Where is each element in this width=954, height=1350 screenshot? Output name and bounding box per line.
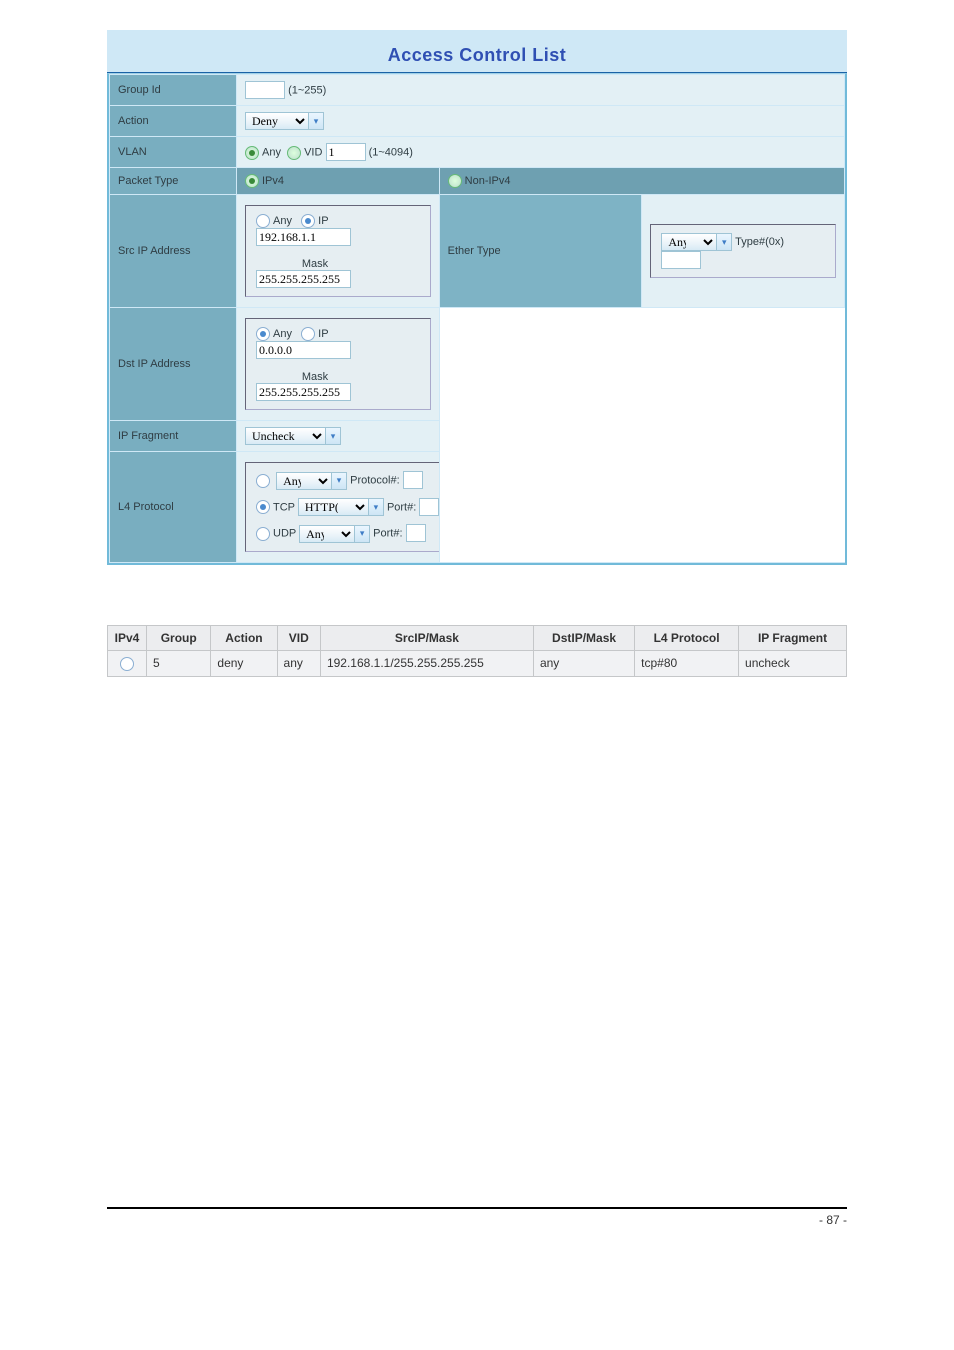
src-mask-label: Mask	[302, 258, 328, 270]
action-select[interactable]: Deny▾	[245, 112, 324, 130]
l4-udp-radio[interactable]	[256, 527, 270, 541]
cell-src: 192.168.1.1/255.255.255.255	[320, 650, 533, 676]
group-id-input[interactable]	[245, 81, 285, 99]
dst-ip-input[interactable]	[256, 341, 351, 359]
col-group: Group	[147, 625, 211, 650]
label-vlan: VLAN	[110, 137, 237, 168]
col-action: Action	[211, 625, 277, 650]
l4-tcp-radio[interactable]	[256, 500, 270, 514]
ether-type-label: Type#(0x)	[735, 236, 784, 248]
packet-ipv4-label: IPv4	[262, 175, 284, 187]
dst-mask-input[interactable]	[256, 383, 351, 401]
label-group-id: Group Id	[110, 75, 237, 106]
vlan-vid-input[interactable]	[326, 143, 366, 161]
l4-udp-select[interactable]: Any▾	[299, 525, 370, 543]
chevron-down-icon: ▾	[354, 525, 370, 543]
l4-udp-port-label: Port#:	[373, 528, 402, 540]
label-ip-fragment: IP Fragment	[110, 421, 237, 452]
acl-panel: Access Control List Group Id (1~255) Act…	[107, 30, 847, 565]
l4-tcp-port-input[interactable]	[419, 498, 439, 516]
ip-fragment-select[interactable]: Uncheck▾	[245, 427, 341, 445]
label-dst-ip: Dst IP Address	[110, 308, 237, 421]
col-frag: IP Fragment	[739, 625, 847, 650]
table-row: 5 deny any 192.168.1.1/255.255.255.255 a…	[108, 650, 847, 676]
vlan-range: (1~4094)	[369, 147, 413, 159]
chevron-down-icon: ▾	[308, 112, 324, 130]
vlan-any-label: Any	[262, 147, 281, 159]
col-dst: DstIP/Mask	[533, 625, 634, 650]
l4-tcp-label: TCP	[273, 501, 295, 513]
cell-action: deny	[211, 650, 277, 676]
l4-udp-label: UDP	[273, 528, 296, 540]
dst-any-radio[interactable]	[256, 327, 270, 341]
ether-type-input[interactable]	[661, 251, 701, 269]
cell-vid: any	[277, 650, 320, 676]
src-any-label: Any	[273, 215, 292, 227]
l4-tcp-select[interactable]: HTTP(80)▾	[298, 498, 384, 516]
label-packet-type: Packet Type	[110, 168, 237, 195]
vlan-any-radio[interactable]	[245, 146, 259, 160]
chevron-down-icon: ▾	[325, 427, 341, 445]
col-ipv4: IPv4	[108, 625, 147, 650]
col-l4: L4 Protocol	[635, 625, 739, 650]
chevron-down-icon: ▾	[368, 498, 384, 516]
src-ip-radio[interactable]	[301, 214, 315, 228]
label-ether-type: Ether Type	[439, 195, 642, 308]
dst-any-label: Any	[273, 328, 292, 340]
l4-udp-port-input[interactable]	[406, 524, 426, 542]
vlan-vid-label: VID	[304, 147, 322, 159]
cell-frag: uncheck	[739, 650, 847, 676]
packet-nonipv4-radio[interactable]	[448, 174, 462, 188]
l4-any-radio[interactable]	[256, 474, 270, 488]
l4-any-protocol-input[interactable]	[403, 471, 423, 489]
dst-mask-label: Mask	[302, 371, 328, 383]
cell-dst: any	[533, 650, 634, 676]
src-any-radio[interactable]	[256, 214, 270, 228]
packet-nonipv4-label: Non-IPv4	[465, 175, 511, 187]
src-ip-label: IP	[318, 215, 328, 227]
chevron-down-icon: ▾	[331, 472, 347, 490]
col-src: SrcIP/Mask	[320, 625, 533, 650]
row-radio[interactable]	[120, 657, 134, 671]
acl-form: Group Id (1~255) Action Deny▾	[109, 74, 845, 563]
cell-l4: tcp#80	[635, 650, 739, 676]
l4-any-select[interactable]: Any▾	[276, 472, 347, 490]
packet-ipv4-radio[interactable]	[245, 174, 259, 188]
ether-type-select[interactable]: Any▾	[661, 233, 732, 251]
panel-title: Access Control List	[107, 30, 847, 72]
dst-ip-radio[interactable]	[301, 327, 315, 341]
group-id-range: (1~255)	[288, 85, 326, 97]
page-footer: - 87 -	[107, 1207, 847, 1227]
label-action: Action	[110, 106, 237, 137]
src-ip-input[interactable]	[256, 228, 351, 246]
chevron-down-icon: ▾	[716, 233, 732, 251]
vlan-vid-radio[interactable]	[287, 146, 301, 160]
cell-group: 5	[147, 650, 211, 676]
dst-ip-label: IP	[318, 328, 328, 340]
l4-any-protocol-label: Protocol#:	[350, 475, 400, 487]
label-src-ip: Src IP Address	[110, 195, 237, 308]
results-table: IPv4 Group Action VID SrcIP/Mask DstIP/M…	[107, 625, 847, 677]
src-mask-input[interactable]	[256, 270, 351, 288]
label-l4-protocol: L4 Protocol	[110, 452, 237, 563]
l4-tcp-port-label: Port#:	[387, 501, 416, 513]
col-vid: VID	[277, 625, 320, 650]
